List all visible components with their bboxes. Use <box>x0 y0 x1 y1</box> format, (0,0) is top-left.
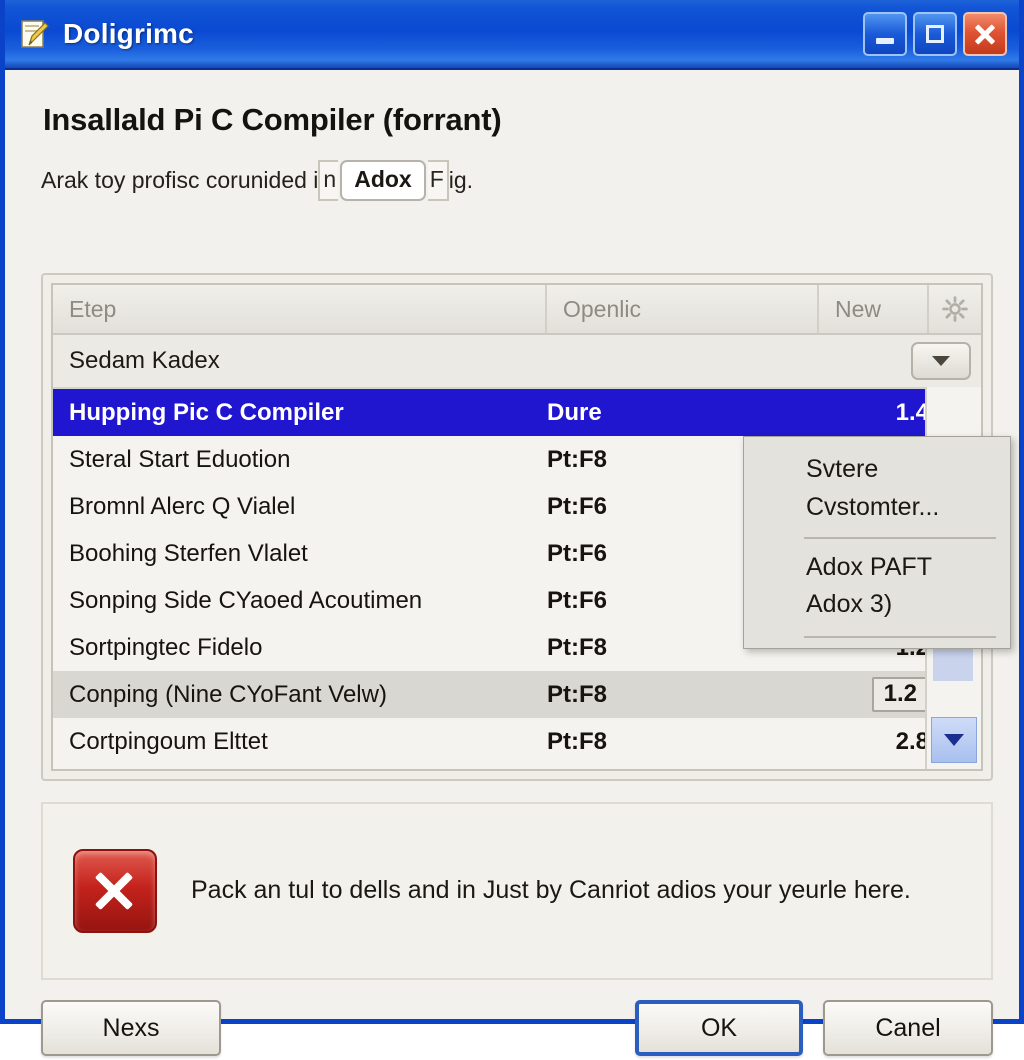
menu-item-adox-paft[interactable]: Adox PAFT <box>744 549 1010 587</box>
message-panel: Pack an tul to dells and in Just by Canr… <box>41 802 993 980</box>
column-header-row: Etep Openlic New <box>53 285 981 335</box>
table-row[interactable]: Hupping Pic C Compiler Dure 1.4 <box>53 389 981 436</box>
group-row[interactable]: Sedam Kadex <box>53 335 981 389</box>
row-name: Hupping Pic C Compiler <box>69 398 344 426</box>
row-name: Conping (Nine CYoFant Velw) <box>69 680 387 708</box>
row-version: 1.2 <box>871 677 929 712</box>
column-header-new[interactable]: New <box>819 285 929 333</box>
error-icon <box>73 849 157 933</box>
row-mid: Pt:F8 <box>547 680 607 708</box>
column-header-etep[interactable]: Etep <box>53 285 547 333</box>
column-header-openlic[interactable]: Openlic <box>547 285 819 333</box>
close-icon <box>973 22 997 46</box>
menu-item-cvstomter[interactable]: Cvstomter... <box>744 489 1010 527</box>
column-header-options[interactable] <box>929 285 981 333</box>
row-name: Sonping Side CYaoed Acoutimen <box>69 586 423 614</box>
window-title: Doligrimc <box>63 18 194 49</box>
table-row[interactable]: Conping (Nine CYoFant Velw) Pt:F8 1.2 <box>53 671 981 718</box>
row-name: Steral Start Eduotion <box>69 445 291 473</box>
row-name: Cortpingoum Elttet <box>69 727 268 755</box>
footer-buttons: Nexs OK Canel <box>41 1000 993 1060</box>
maximize-button[interactable] <box>913 12 957 56</box>
subtitle-ghost-left: n <box>318 160 339 201</box>
back-button[interactable]: Nexs <box>41 1000 221 1056</box>
table-row[interactable]: Cortpingoum Elttet Pt:F8 2.8 <box>53 718 981 765</box>
group-dropdown-button[interactable] <box>911 342 971 380</box>
minimize-icon <box>876 38 894 44</box>
minimize-button[interactable] <box>863 12 907 56</box>
message-text: Pack an tul to dells and in Just by Canr… <box>191 876 911 905</box>
document-pencil-icon <box>19 19 49 49</box>
scroll-down-button[interactable] <box>931 717 977 763</box>
row-name: Boohing Sterfen Vlalet <box>69 539 308 567</box>
inline-tab-adox[interactable]: Adox <box>340 160 426 201</box>
gear-icon <box>942 296 968 322</box>
title-bar: Doligrimc <box>5 0 1019 70</box>
application-window: Doligrimc Insallald Pi C Compiler (forra… <box>0 0 1024 1056</box>
row-mid: Dure <box>547 398 602 426</box>
row-version: 1.4 <box>895 398 929 426</box>
menu-item-svtere[interactable]: Svtere <box>744 451 1010 489</box>
group-row-label: Sedam Kadex <box>69 347 220 374</box>
menu-separator <box>804 536 996 539</box>
row-mid: Pt:F8 <box>547 727 607 755</box>
page-title: Insallald Pi C Compiler (forrant) <box>43 102 502 137</box>
subtitle-text-before: Arak toy profisc corunided i <box>41 167 319 193</box>
row-version-container: 1.2 <box>819 677 929 712</box>
close-button[interactable] <box>963 12 1007 56</box>
menu-separator-bottom <box>804 636 996 638</box>
row-name: Sortpingtec Fidelo <box>69 633 263 661</box>
menu-item-adox-3[interactable]: Adox 3) <box>744 586 1010 624</box>
row-name: Bromnl Alerc Q Vialel <box>69 492 296 520</box>
chevron-down-icon <box>932 356 950 366</box>
maximize-icon <box>926 25 944 43</box>
cancel-button[interactable]: Canel <box>823 1000 993 1056</box>
window-controls <box>863 12 1011 56</box>
subtitle-text-after: ig. <box>448 167 474 193</box>
row-version: 2.8 <box>895 727 929 755</box>
dialog-content: Insallald Pi C Compiler (forrant) Arak t… <box>5 70 1019 1056</box>
page-subtitle: Arak toy profisc corunided i n Adox F ig… <box>41 160 995 201</box>
context-menu: Svtere Cvstomter... Adox PAFT Adox 3) <box>743 436 1011 649</box>
ok-button[interactable]: OK <box>635 1000 803 1056</box>
subtitle-ghost-right: F <box>427 160 449 201</box>
scroll-down-icon <box>944 734 964 746</box>
